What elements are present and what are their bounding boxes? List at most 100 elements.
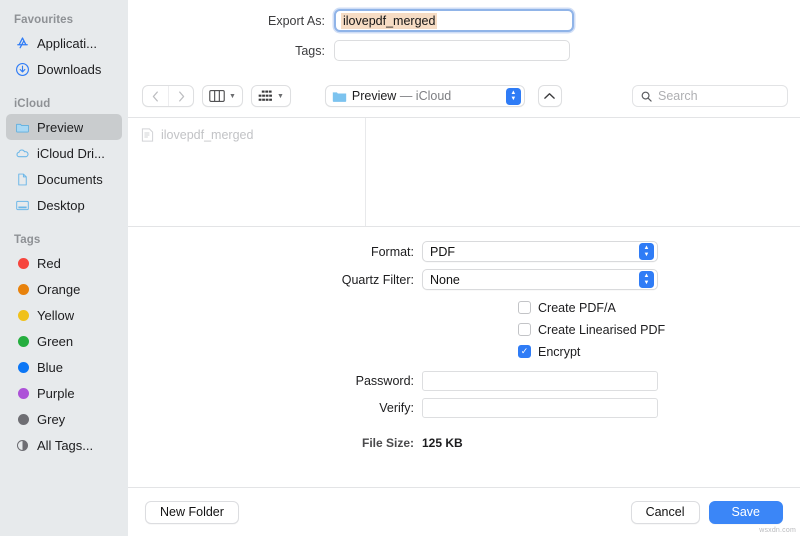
sidebar-spacer: [0, 218, 128, 230]
export-as-input[interactable]: ilovepdf_merged: [334, 9, 574, 32]
sidebar-item-label: Orange: [37, 282, 80, 297]
document-icon: [14, 171, 30, 187]
create-pdfa-checkbox[interactable]: [518, 301, 531, 314]
quartz-filter-row: Quartz Filter: None ▲▼: [128, 269, 800, 290]
chevron-up-icon: [544, 92, 555, 100]
sidebar-item-label: Green: [37, 334, 73, 349]
sidebar-item-label: Preview: [37, 120, 83, 135]
sidebar-section-header-favourites: Favourites: [0, 10, 128, 30]
sidebar-item-all-tags[interactable]: All Tags...: [6, 432, 122, 458]
sidebar-item-label: Desktop: [37, 198, 85, 213]
export-dialog: Favourites Applicati... Downloads iCloud…: [0, 0, 800, 536]
all-tags-icon: [14, 437, 30, 453]
sidebar-item-tag-purple[interactable]: Purple: [6, 380, 122, 406]
chevron-left-icon[interactable]: [143, 86, 168, 106]
folder-icon: [14, 119, 30, 135]
search-field[interactable]: Search: [632, 85, 788, 107]
checkbox-label: Create PDF/A: [538, 301, 616, 315]
checkbox-label: Encrypt: [538, 345, 580, 359]
create-linearised-pdf-checkbox[interactable]: [518, 323, 531, 336]
cloud-icon: [14, 145, 30, 161]
popup-stepper-icon: ▲▼: [639, 271, 654, 288]
list-item[interactable]: ilovepdf_merged: [128, 125, 365, 145]
appstore-icon: [14, 35, 30, 51]
folder-icon: [332, 90, 347, 103]
nav-segmented-control: [142, 85, 194, 107]
sidebar-item-label: iCloud Dri...: [37, 146, 105, 161]
sidebar-item-tag-red[interactable]: Red: [6, 250, 122, 276]
download-icon: [14, 61, 30, 77]
sidebar-item-documents[interactable]: Documents: [6, 166, 122, 192]
sidebar-item-tag-grey[interactable]: Grey: [6, 406, 122, 432]
tags-label: Tags:: [128, 44, 334, 58]
tag-dot-icon: [14, 281, 30, 297]
sidebar-item-desktop[interactable]: Desktop: [6, 192, 122, 218]
sidebar-item-tag-green[interactable]: Green: [6, 328, 122, 354]
file-size-value: 125 KB: [422, 436, 463, 450]
new-folder-button[interactable]: New Folder: [145, 501, 239, 524]
password-input[interactable]: [422, 371, 658, 391]
create-linearised-pdf-checkbox-row[interactable]: Create Linearised PDF: [518, 319, 800, 340]
pdf-file-icon: [141, 128, 154, 142]
file-size-row: File Size: 125 KB: [128, 436, 800, 450]
sidebar-item-label: All Tags...: [37, 438, 93, 453]
sidebar-item-icloud-drive[interactable]: iCloud Dri...: [6, 140, 122, 166]
tag-dot-icon: [14, 255, 30, 271]
verify-input[interactable]: [422, 398, 658, 418]
location-popup-button[interactable]: Preview — iCloud ▲▼: [325, 85, 525, 107]
tag-dot-icon: [14, 333, 30, 349]
naming-fields: Export As: ilovepdf_merged Tags:: [128, 0, 800, 75]
popup-stepper-icon: ▲▼: [506, 88, 521, 105]
tag-dot-icon: [14, 411, 30, 427]
tag-dot-icon: [14, 385, 30, 401]
encrypt-checkbox-row[interactable]: ✓ Encrypt: [518, 341, 800, 362]
watermark: wsxdn.com: [759, 527, 796, 534]
sidebar-item-downloads[interactable]: Downloads: [6, 56, 122, 82]
sidebar-section-header-tags: Tags: [0, 230, 128, 250]
file-size-label: File Size:: [326, 436, 422, 450]
encrypt-checkbox[interactable]: ✓: [518, 345, 531, 358]
file-browser-column[interactable]: ilovepdf_merged: [128, 118, 366, 226]
sidebar: Favourites Applicati... Downloads iCloud…: [0, 0, 128, 536]
sidebar-spacer: [0, 82, 128, 94]
quartz-filter-value: None: [430, 273, 639, 287]
export-as-row: Export As: ilovepdf_merged: [128, 9, 800, 32]
file-browser[interactable]: ilovepdf_merged: [128, 117, 800, 227]
format-select[interactable]: PDF ▲▼: [422, 241, 658, 262]
sidebar-item-label: Blue: [37, 360, 63, 375]
tag-dot-icon: [14, 359, 30, 375]
go-up-button[interactable]: [538, 85, 562, 107]
tags-row: Tags:: [128, 40, 800, 61]
cancel-button[interactable]: Cancel: [631, 501, 700, 524]
format-label: Format:: [326, 245, 422, 259]
verify-row: Verify:: [128, 398, 800, 418]
export-as-label: Export As:: [128, 14, 334, 28]
tag-dot-icon: [14, 307, 30, 323]
search-placeholder: Search: [658, 89, 698, 103]
sidebar-item-label: Documents: [37, 172, 103, 187]
checkbox-label: Create Linearised PDF: [538, 323, 665, 337]
sidebar-item-tag-blue[interactable]: Blue: [6, 354, 122, 380]
export-options: Format: PDF ▲▼ Quartz Filter: None ▲▼: [128, 227, 800, 487]
sidebar-item-applications[interactable]: Applicati...: [6, 30, 122, 56]
sidebar-item-tag-orange[interactable]: Orange: [6, 276, 122, 302]
column-view-button[interactable]: ▼: [202, 85, 243, 107]
sidebar-item-tag-yellow[interactable]: Yellow: [6, 302, 122, 328]
chevron-down-icon: ▼: [277, 93, 284, 100]
sidebar-item-label: Downloads: [37, 62, 101, 77]
chevron-down-icon: ▼: [229, 93, 236, 100]
tags-input[interactable]: [334, 40, 570, 61]
dialog-footer: New Folder Cancel Save: [128, 487, 800, 536]
chevron-right-icon[interactable]: [168, 86, 193, 106]
password-row: Password:: [128, 371, 800, 391]
group-view-button[interactable]: ▼: [251, 85, 291, 107]
sidebar-item-preview[interactable]: Preview: [6, 114, 122, 140]
sidebar-item-label: Grey: [37, 412, 65, 427]
create-pdfa-checkbox-row[interactable]: Create PDF/A: [518, 297, 800, 318]
search-icon: [641, 91, 652, 102]
desktop-icon: [14, 197, 30, 213]
quartz-filter-select[interactable]: None ▲▼: [422, 269, 658, 290]
sidebar-section-header-icloud: iCloud: [0, 94, 128, 114]
save-button[interactable]: Save: [709, 501, 784, 524]
quartz-filter-label: Quartz Filter:: [326, 273, 422, 287]
